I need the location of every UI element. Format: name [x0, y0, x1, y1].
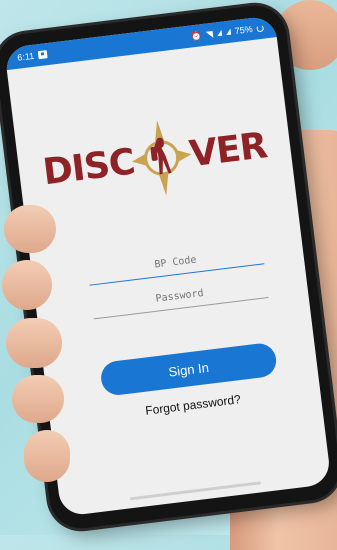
- app-logo: DISC VER: [14, 93, 296, 225]
- wifi-icon: ◥: [205, 28, 214, 40]
- finger: [2, 260, 52, 310]
- status-time: 6:11: [16, 50, 35, 63]
- finger: [24, 430, 70, 482]
- finger: [4, 205, 56, 253]
- status-left: 6:11 ■: [17, 49, 48, 63]
- signal-icon: [216, 29, 223, 37]
- finger: [12, 375, 64, 423]
- compass-logo-icon: [132, 120, 192, 196]
- battery-text: 75%: [234, 23, 254, 37]
- sign-in-button[interactable]: Sign In: [99, 341, 279, 397]
- notification-icon: ■: [37, 50, 48, 60]
- login-form: Sign In Forgot password?: [86, 240, 281, 422]
- logo-text-left: DISC: [40, 140, 137, 193]
- logo-text-right: VER: [187, 124, 269, 175]
- alarm-icon: ⏰: [190, 29, 203, 41]
- status-right: ⏰ ◥ 75%: [190, 22, 264, 42]
- signal-icon: [225, 28, 232, 36]
- battery-icon: [256, 24, 264, 32]
- finger: [6, 318, 62, 368]
